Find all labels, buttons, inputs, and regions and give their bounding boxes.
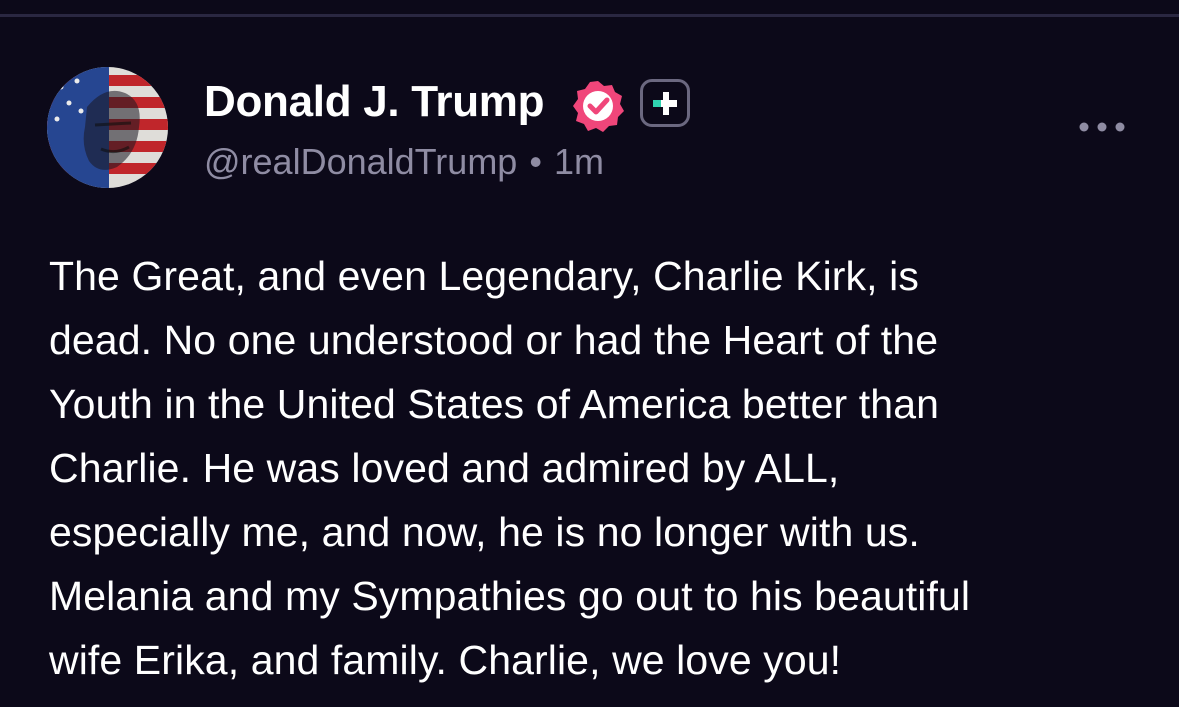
post-body-line: Charlie. He was loved and admired by ALL…	[49, 445, 840, 491]
post-body-line: dead. No one understood or had the Heart…	[49, 317, 939, 363]
post-body-text: The Great, and even Legendary, Charlie K…	[49, 244, 1159, 692]
author-display-name[interactable]: Donald J. Trump	[204, 76, 545, 128]
avatar[interactable]	[47, 67, 168, 188]
author-handle[interactable]: @realDonaldTrump	[204, 141, 517, 182]
handle-row: @realDonaldTrump • 1m	[204, 140, 604, 184]
top-divider	[0, 14, 1179, 17]
more-options-icon	[1079, 122, 1125, 132]
post-timestamp[interactable]: 1m	[554, 141, 604, 182]
post-body-line: Melania and my Sympathies go out to his …	[49, 573, 971, 619]
plus-badge-icon	[640, 79, 690, 127]
post-body-line: The Great, and even Legendary, Charlie K…	[49, 253, 919, 299]
post-body-line: especially me, and now, he is no longer …	[49, 509, 920, 555]
more-options-button[interactable]	[1076, 113, 1128, 141]
separator-dot: •	[529, 141, 542, 182]
post-body-line: wife Erika, and family. Charlie, we love…	[49, 637, 842, 683]
post-body-line: Youth in the United States of America be…	[49, 381, 940, 427]
avatar-image	[47, 67, 168, 188]
verified-badge-icon	[570, 78, 626, 134]
